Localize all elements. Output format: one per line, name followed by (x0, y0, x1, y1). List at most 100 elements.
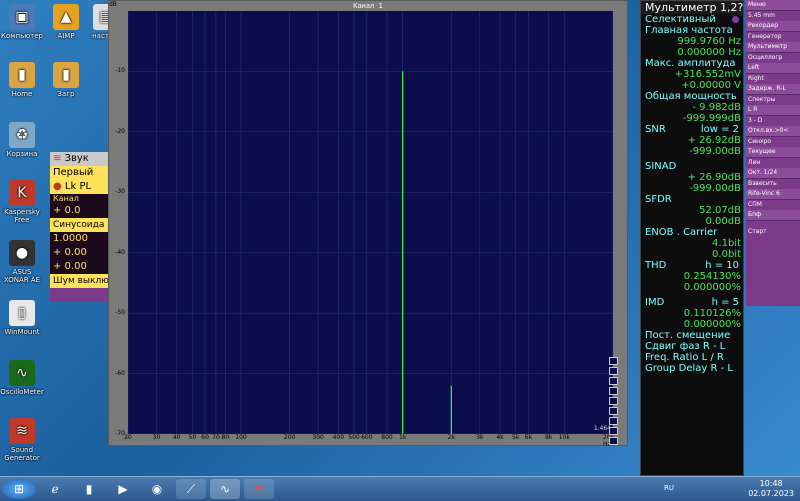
clock[interactable]: 10:48 02.07.2023 (748, 479, 794, 499)
oscillometer-task-icon[interactable]: ∿ (210, 479, 240, 499)
control-item[interactable]: Синхро (746, 137, 800, 147)
desktop-icon-label: Home (11, 90, 33, 98)
gen-val4: + 0.00 (50, 260, 108, 274)
mm-thd2: 0.000000% (683, 282, 741, 293)
y-unit-label: dB (109, 1, 117, 8)
desktop-icon-label: Компьютер (1, 32, 43, 40)
desktop-icon-image: ▮ (53, 62, 79, 88)
control-item[interactable]: Генератор (746, 32, 800, 42)
gen-wave[interactable]: Синусоида (50, 218, 108, 232)
x-tick-label: 40 (172, 434, 181, 441)
control-item[interactable]: Осциллогр (746, 53, 800, 63)
multimeter-panel[interactable]: Мультиметр 1,2? Селективный Главная част… (640, 0, 744, 476)
spectrum-title: Канал 1 (353, 2, 383, 10)
start-button[interactable]: ⊞ (2, 479, 36, 499)
control-item[interactable]: Бпф (746, 210, 800, 221)
x-tick-label: 60 (201, 434, 209, 441)
sound-generator-window[interactable]: ≋ Звук Первый ● Lk PL Канал + 0.0 Синусо… (50, 152, 108, 302)
gen-lk[interactable]: ● Lk PL (50, 180, 108, 194)
control-panel[interactable]: Меню 5.45 mm Рекордер Генератор Мультиметр Ос… (746, 0, 800, 306)
mm-power1: - 9.982dB (692, 102, 741, 113)
x-tick-label: 8k (545, 434, 553, 441)
palette-strip[interactable] (609, 357, 618, 447)
mm-thd-row[interactable]: THD h = 10 (641, 260, 743, 271)
spectrum-window[interactable]: Канал 1 dB -10 -20 -30 -40 -50 -60 -70 20 30 40 5… (108, 0, 628, 448)
control-item[interactable]: L R (746, 105, 800, 116)
x-tick-label: 400 (332, 434, 345, 441)
app-icon[interactable]: ⟋ (176, 479, 206, 499)
mm-enob-label: ENOB . Carrier (645, 227, 718, 238)
ie-icon[interactable]: ℯ (40, 479, 70, 499)
desktop-icon[interactable]: K Kaspersky Free (0, 180, 44, 224)
desktop-icon[interactable]: ● ASUS XONAR AE (0, 240, 44, 284)
mode-indicator-icon (732, 16, 739, 23)
spectrum-plot[interactable]: dB -10 -20 -30 -40 -50 -60 -70 20 30 40 50 60 70 80 1… (109, 1, 614, 448)
control-item[interactable]: Лин (746, 158, 800, 168)
gen-title[interactable]: ≋ Звук (50, 152, 108, 166)
mm-mode[interactable]: Селективный (641, 14, 743, 25)
control-item[interactable]: Задерж. R-L (746, 84, 800, 95)
desktop-icon[interactable]: ♻ Корзина (0, 122, 44, 158)
spectrum-svg (128, 11, 613, 434)
gen-preset[interactable]: Первый (50, 166, 108, 180)
control-item[interactable]: Откл.вх.>0< (746, 126, 800, 137)
mm-imd-row[interactable]: IMD h = 5 (641, 297, 743, 308)
control-item[interactable]: Текущее (746, 147, 800, 158)
mm-freq2: 0.000000 Hz (677, 47, 741, 58)
control-item[interactable]: Мультиметр (746, 42, 800, 53)
y-tick-label: -50 (115, 309, 125, 317)
mm-delay-label: Group Delay R - L (645, 363, 733, 374)
control-item[interactable]: 5.45 mm (746, 11, 800, 21)
mm-main-freq-label: Главная частота (645, 25, 733, 36)
mm-amp2: +0.00000 V (681, 80, 741, 91)
gen-noise[interactable]: Шум выклю (50, 274, 108, 288)
control-item[interactable]: Старт (746, 227, 800, 237)
mm-sinad-label: SINAD (645, 161, 677, 172)
soundgen-task-icon[interactable]: ≋ (244, 479, 274, 499)
clock-time: 10:48 (759, 479, 783, 488)
control-item[interactable]: Взвесить (746, 179, 800, 189)
firefox-icon[interactable]: ◉ (142, 479, 172, 499)
desktop-icon[interactable]: ▲ AIMP (44, 4, 88, 40)
gen-val1: + 0.0 (50, 204, 108, 218)
desktop-icon[interactable]: ▣ Компьютер (0, 4, 44, 40)
x-tick-label: 800 (381, 434, 393, 441)
mm-snr-row[interactable]: SNR low = 2 (641, 124, 743, 135)
clock-date: 02.07.2023 (748, 489, 794, 498)
mm-power2: -999.999dB (682, 113, 741, 124)
mm-amp-label: Макс. амплитуда (645, 58, 736, 69)
folder-icon[interactable]: ▮ (74, 479, 104, 499)
x-tick-label: 500 (348, 434, 360, 441)
control-item[interactable]: Right (746, 74, 800, 84)
language-indicator[interactable]: RU (664, 484, 674, 492)
control-item[interactable]: СПМ (746, 200, 800, 210)
y-tick-label: -10 (115, 67, 125, 75)
x-tick-label: 20 (124, 434, 132, 441)
desktop-icon-image: ∿ (9, 360, 35, 386)
mm-imd2: 0.000000% (683, 319, 741, 330)
x-tick-label: 2k (447, 434, 455, 441)
control-item[interactable]: Спектры (746, 95, 800, 105)
control-item[interactable]: Окт. 1/24 (746, 168, 800, 179)
desktop-icon[interactable]: ▮ Home (0, 62, 44, 98)
control-item[interactable]: Меню (746, 0, 800, 11)
mm-snr2: -999.00dB (689, 146, 741, 157)
control-item[interactable]: Left (746, 63, 800, 74)
desktop-icon[interactable]: ∿ OscilloMeter (0, 360, 44, 396)
desktop-icon-image: ▯ (9, 300, 35, 326)
y-tick-label: -30 (115, 188, 125, 196)
media-icon[interactable]: ▶ (108, 479, 138, 499)
desktop-icon[interactable]: ≋ Sound Generator (0, 418, 44, 462)
control-item[interactable]: Rife-Vinc 6 (746, 189, 800, 200)
desktop-icon[interactable]: ▯ WinMount (0, 300, 44, 336)
x-tick-label: 80 (221, 434, 230, 441)
desktop-icon-label: Корзина (6, 150, 38, 158)
desktop-icon-label: Kaspersky Free (4, 208, 40, 224)
desktop-icon[interactable]: ▮ Загр (44, 62, 88, 98)
x-tick-label: 300 (312, 434, 324, 441)
control-item[interactable]: 3 - D (746, 116, 800, 126)
desktop-icon-image: ▣ (9, 4, 35, 30)
y-tick-label: -60 (115, 369, 125, 377)
control-item[interactable]: Рекордер (746, 21, 800, 32)
mm-sinad1: + 26.90dB (687, 172, 741, 183)
